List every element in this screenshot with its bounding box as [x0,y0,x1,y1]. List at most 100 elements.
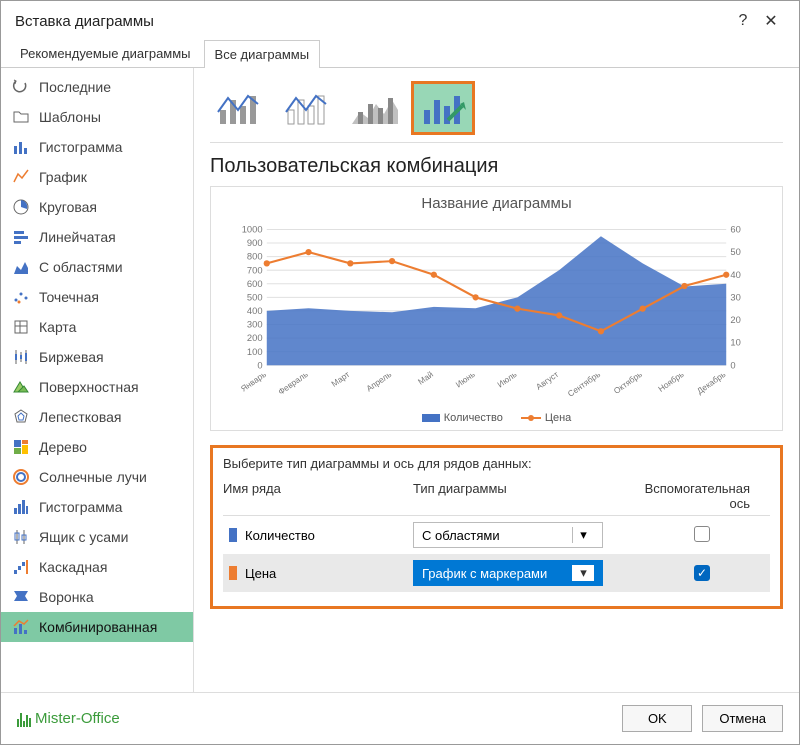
sidebar-item-9[interactable]: Биржевая [1,342,193,372]
sidebar-item-7[interactable]: Точечная [1,282,193,312]
svg-text:100: 100 [247,346,263,357]
svg-text:700: 700 [247,264,263,275]
series-name: Количество [245,528,315,543]
secondary-axis-checkbox[interactable]: ✓ [694,565,710,581]
sidebar-item-5[interactable]: Линейчатая [1,222,193,252]
series-color-swatch [229,528,237,542]
tab-all[interactable]: Все диаграммы [204,40,321,68]
sidebar-icon [11,467,31,487]
svg-text:300: 300 [247,319,263,330]
legend-line: Цена [521,412,571,424]
svg-text:50: 50 [730,246,740,257]
svg-text:Декабрь: Декабрь [695,369,727,396]
combo-subtype-custom[interactable] [414,84,472,132]
svg-text:Май: Май [416,369,435,387]
sidebar-item-6[interactable]: С областями [1,252,193,282]
legend-area: Количество [422,412,503,424]
sidebar-icon [11,197,31,217]
sidebar-icon [11,167,31,187]
sidebar-item-label: Гистограмма [39,499,122,515]
svg-text:Июнь: Июнь [454,369,477,389]
sidebar-icon [11,407,31,427]
svg-text:200: 200 [247,332,263,343]
sidebar-item-label: Последние [39,79,111,95]
series-name: Цена [245,566,276,581]
close-icon[interactable]: ✕ [757,11,785,31]
series-row[interactable]: Цена График с маркерами▾ ✓ [223,554,770,592]
subtype-label: Пользовательская комбинация [210,155,783,178]
sidebar-item-16[interactable]: Каскадная [1,552,193,582]
sidebar-item-label: Точечная [39,289,99,305]
combo-subtype-1[interactable] [210,84,268,132]
sidebar-icon [11,557,31,577]
series-config-panel: Выберите тип диаграммы и ось для рядов д… [210,445,783,609]
sidebar-icon [11,137,31,157]
chart-canvas: 0100200300400500600700800900100001020304… [225,218,768,408]
svg-text:Август: Август [534,369,560,392]
sidebar-icon [11,587,31,607]
tab-recommended[interactable]: Рекомендуемые диаграммы [9,39,202,67]
sidebar-item-label: Карта [39,319,76,335]
svg-text:Ноябрь: Ноябрь [656,369,685,394]
sidebar-item-label: Поверхностная [39,379,139,395]
sidebar-icon [11,347,31,367]
secondary-axis-checkbox[interactable] [694,526,710,542]
sidebar-item-label: Комбинированная [39,619,157,635]
help-icon[interactable]: ? [729,12,757,30]
svg-text:40: 40 [730,269,740,280]
cancel-button[interactable]: Отмена [702,705,783,732]
sidebar-item-3[interactable]: График [1,162,193,192]
chart-subtype-row [210,80,783,143]
dialog-title: Вставка диаграммы [15,13,154,30]
svg-text:1000: 1000 [242,224,263,235]
sidebar-icon [11,617,31,637]
sidebar-icon [11,107,31,127]
series-row[interactable]: Количество С областями▾ [223,516,770,554]
sidebar-item-8[interactable]: Карта [1,312,193,342]
sidebar-item-15[interactable]: Ящик с усами [1,522,193,552]
sidebar-item-label: Лепестковая [39,409,121,425]
sidebar-icon [11,377,31,397]
sidebar-item-4[interactable]: Круговая [1,192,193,222]
sidebar-icon [11,287,31,307]
chevron-down-icon: ▾ [572,527,594,543]
sidebar-item-2[interactable]: Гистограмма [1,132,193,162]
svg-text:Март: Март [329,369,351,389]
sidebar-item-label: Дерево [39,439,87,455]
svg-text:Октябрь: Октябрь [612,369,644,396]
sidebar-item-label: Воронка [39,589,94,605]
series-type-dropdown[interactable]: С областями▾ [413,522,603,548]
svg-text:60: 60 [730,224,740,235]
combo-subtype-3[interactable] [346,84,404,132]
sidebar-item-label: Круговая [39,199,97,215]
sidebar-item-18[interactable]: Комбинированная [1,612,193,642]
sidebar-item-11[interactable]: Лепестковая [1,402,193,432]
sidebar-item-label: Каскадная [39,559,107,575]
col-header-name: Имя ряда [223,481,413,511]
svg-text:10: 10 [730,337,740,348]
sidebar-item-1[interactable]: Шаблоны [1,102,193,132]
svg-text:900: 900 [247,237,263,248]
sidebar-icon [11,437,31,457]
col-header-axis: Вспомогательная ось [623,481,770,511]
svg-text:Февраль: Февраль [276,369,310,397]
svg-text:20: 20 [730,314,740,325]
sidebar-item-10[interactable]: Поверхностная [1,372,193,402]
sidebar-item-label: Гистограмма [39,139,122,155]
series-type-dropdown[interactable]: График с маркерами▾ [413,560,603,586]
sidebar-item-17[interactable]: Воронка [1,582,193,612]
sidebar-item-0[interactable]: Последние [1,72,193,102]
svg-text:30: 30 [730,291,740,302]
svg-text:600: 600 [247,278,263,289]
svg-text:Сентябрь: Сентябрь [566,369,602,399]
sidebar-item-label: Солнечные лучи [39,469,147,485]
chart-preview: Название диаграммы 010020030040050060070… [210,186,783,431]
sidebar-item-13[interactable]: Солнечные лучи [1,462,193,492]
svg-text:500: 500 [247,291,263,302]
sidebar-item-label: График [39,169,87,185]
ok-button[interactable]: OK [622,705,692,732]
sidebar-item-12[interactable]: Дерево [1,432,193,462]
sidebar-item-14[interactable]: Гистограмма [1,492,193,522]
series-caption: Выберите тип диаграммы и ось для рядов д… [223,456,770,471]
combo-subtype-2[interactable] [278,84,336,132]
